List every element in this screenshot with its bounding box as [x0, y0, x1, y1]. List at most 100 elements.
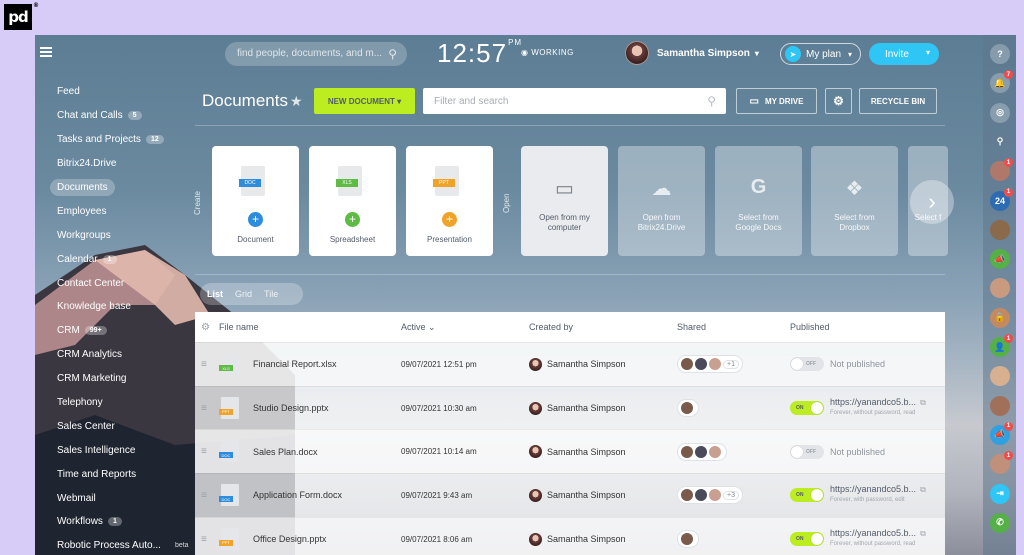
created-by[interactable]: Samantha Simpson	[529, 357, 626, 371]
sidebar-item-employees[interactable]: Employees	[50, 199, 200, 223]
tab-list[interactable]: List	[207, 289, 223, 299]
shared-avatars[interactable]	[677, 399, 699, 418]
sidebar-item-tasks-and-projects[interactable]: Tasks and Projects 12	[50, 128, 200, 152]
search-icon[interactable]: ⚲	[990, 132, 1010, 152]
lock-icon[interactable]: 🔒	[990, 307, 1010, 328]
sidebar-item-telephony[interactable]: Telephony	[50, 391, 200, 415]
sidebar-item-chat-and-calls[interactable]: Chat and Calls 5	[50, 104, 200, 128]
sidebar-item-webmail[interactable]: Webmail	[50, 486, 200, 510]
open-source-card[interactable]: G Select from Google Docs	[715, 146, 802, 256]
create-document-card[interactable]: DOC + Document	[212, 146, 299, 256]
contact-avatar-icon[interactable]	[990, 366, 1010, 387]
shared-avatars[interactable]	[677, 530, 699, 549]
contact-avatar-icon[interactable]	[990, 278, 1010, 299]
col-header-shared[interactable]: Shared	[677, 322, 706, 332]
bell-icon[interactable]: 🔔 7	[990, 70, 1013, 94]
sidebar-item-documents[interactable]: Documents	[50, 176, 200, 200]
publish-toggle[interactable]: OFF	[790, 444, 824, 459]
publish-toggle[interactable]: ON	[790, 532, 824, 547]
drag-handle-icon[interactable]: ≡	[201, 534, 207, 545]
drag-handle-icon[interactable]: ≡	[201, 359, 207, 370]
drag-handle-icon[interactable]: ≡	[201, 490, 207, 501]
public-link[interactable]: https://yanandco5.b... ⧉ Forever, without …	[830, 397, 926, 419]
my-plan-button[interactable]: ➤ My plan ▾	[780, 43, 861, 65]
gear-icon[interactable]: ⚙	[201, 322, 210, 333]
copy-icon[interactable]: ⧉	[920, 398, 926, 407]
publish-toggle[interactable]: ON	[790, 488, 824, 503]
col-header-name[interactable]: File name	[219, 322, 259, 332]
sidebar-item-time-and-reports[interactable]: Time and Reports	[50, 462, 200, 486]
my-drive-button[interactable]: ▭ MY DRIVE	[736, 88, 817, 114]
shared-avatars[interactable]: +3	[677, 486, 743, 505]
sidebar-item-calendar[interactable]: Calendar 1	[50, 247, 200, 271]
contact-avatar-icon[interactable]: 1	[990, 158, 1013, 182]
sidebar-item-contact-center[interactable]: Contact Center	[50, 271, 200, 295]
public-link[interactable]: https://yanandco5.b... ⧉ Forever, without …	[830, 528, 926, 550]
file-name[interactable]: Studio Design.pptx	[253, 403, 329, 413]
sidebar-item-workflows[interactable]: Workflows 1	[50, 510, 200, 534]
sidebar-item-sales-center[interactable]: Sales Center	[50, 414, 200, 438]
shared-avatars[interactable]	[677, 442, 727, 461]
megaphone-icon[interactable]: 📣 1	[990, 421, 1013, 445]
file-name[interactable]: Office Design.pptx	[253, 534, 326, 544]
col-header-published[interactable]: Published	[790, 322, 830, 332]
filter-search-input[interactable]: Filter and search ⚲	[423, 88, 726, 114]
copy-icon[interactable]: ⧉	[920, 529, 926, 538]
chat-icon[interactable]: ◎	[990, 102, 1010, 123]
megaphone-icon[interactable]: 📣	[990, 249, 1010, 270]
table-row[interactable]: ≡ PPT Studio Design.pptx 09/07/2021 10:30 a…	[195, 385, 945, 430]
sidebar-item-crm-marketing[interactable]: CRM Marketing	[50, 367, 200, 391]
invite-button[interactable]: Invite ▾	[869, 43, 939, 65]
copy-icon[interactable]: ⧉	[920, 485, 926, 494]
open-source-card[interactable]: ❖ Select from Dropbox	[811, 146, 898, 256]
publish-toggle[interactable]: OFF	[790, 357, 824, 372]
created-by[interactable]: Samantha Simpson	[529, 401, 626, 415]
sidebar-item-crm-analytics[interactable]: CRM Analytics	[50, 343, 200, 367]
public-link[interactable]: https://yanandco5.b... ⧉ Forever, with pas…	[830, 484, 926, 506]
sidebar-item-robotic-process-auto-[interactable]: Robotic Process Auto... beta	[50, 534, 200, 555]
work-status[interactable]: ◉ WORKING	[521, 48, 574, 57]
sidebar-item-crm[interactable]: CRM 99+	[50, 319, 200, 343]
file-name[interactable]: Financial Report.xlsx	[253, 359, 337, 369]
group-avatar-icon[interactable]	[990, 219, 1010, 240]
col-header-active[interactable]: Active ⌄	[401, 322, 436, 333]
created-by[interactable]: Samantha Simpson	[529, 445, 626, 459]
user-icon[interactable]: 👤 1	[990, 334, 1013, 357]
drag-handle-icon[interactable]: ≡	[201, 403, 207, 414]
settings-button[interactable]: ⚙	[825, 88, 852, 114]
tab-grid[interactable]: Grid	[235, 289, 252, 299]
col-header-created[interactable]: Created by	[529, 322, 573, 332]
sidebar-item-feed[interactable]: Feed	[50, 80, 200, 104]
created-by[interactable]: Samantha Simpson	[529, 532, 626, 546]
help-icon[interactable]: ?	[990, 44, 1010, 64]
hamburger-menu-icon[interactable]	[40, 47, 52, 57]
shared-avatars[interactable]: +1	[677, 355, 743, 374]
star-icon[interactable]: ★	[290, 93, 303, 110]
table-row[interactable]: ≡ DOC Sales Plan.docx 09/07/2021 10:14 am Sa…	[195, 429, 945, 474]
tab-tile[interactable]: Tile	[264, 289, 278, 299]
table-row[interactable]: ≡ XLS Financial Report.xlsx 09/07/2021 12:5…	[195, 342, 945, 386]
file-name[interactable]: Application Form.docx	[253, 490, 342, 500]
open-source-card[interactable]: ▭ Open from my computer	[521, 146, 608, 256]
table-row[interactable]: ≡ DOC Application Form.docx 09/07/2021 9:43…	[195, 473, 945, 517]
create-spreadsheet-card[interactable]: XLS + Spreadsheet	[309, 146, 396, 256]
phone-icon[interactable]: ✆	[990, 512, 1010, 533]
file-name[interactable]: Sales Plan.docx	[253, 447, 318, 457]
sidebar-item-knowledge-base[interactable]: Knowledge base	[50, 295, 200, 319]
sidebar-item-workgroups[interactable]: Workgroups	[50, 223, 200, 247]
bitrix24-icon[interactable]: 24 1	[990, 187, 1013, 211]
global-search-input[interactable]: find people, documents, and m... ⚲	[225, 42, 407, 66]
table-row[interactable]: ≡ PPT Office Design.pptx 09/07/2021 8:06 am…	[195, 516, 945, 555]
publish-toggle[interactable]: ON	[790, 401, 824, 416]
new-document-button[interactable]: NEW DOCUMENT ▾	[314, 88, 415, 114]
sidebar-item-sales-intelligence[interactable]: Sales Intelligence	[50, 438, 200, 462]
recycle-bin-button[interactable]: RECYCLE BIN	[859, 88, 937, 114]
exit-icon[interactable]: ⇥	[990, 483, 1010, 504]
create-presentation-card[interactable]: PPT + Presentation	[406, 146, 493, 256]
created-by[interactable]: Samantha Simpson	[529, 488, 626, 502]
user-menu[interactable]: Samantha Simpson ▾	[625, 41, 759, 65]
contact-avatar-icon[interactable]: 1	[990, 451, 1013, 475]
sidebar-item-bitrix24-drive[interactable]: Bitrix24.Drive	[50, 152, 200, 176]
chevron-right-icon[interactable]: ›	[910, 180, 954, 224]
drag-handle-icon[interactable]: ≡	[201, 446, 207, 457]
